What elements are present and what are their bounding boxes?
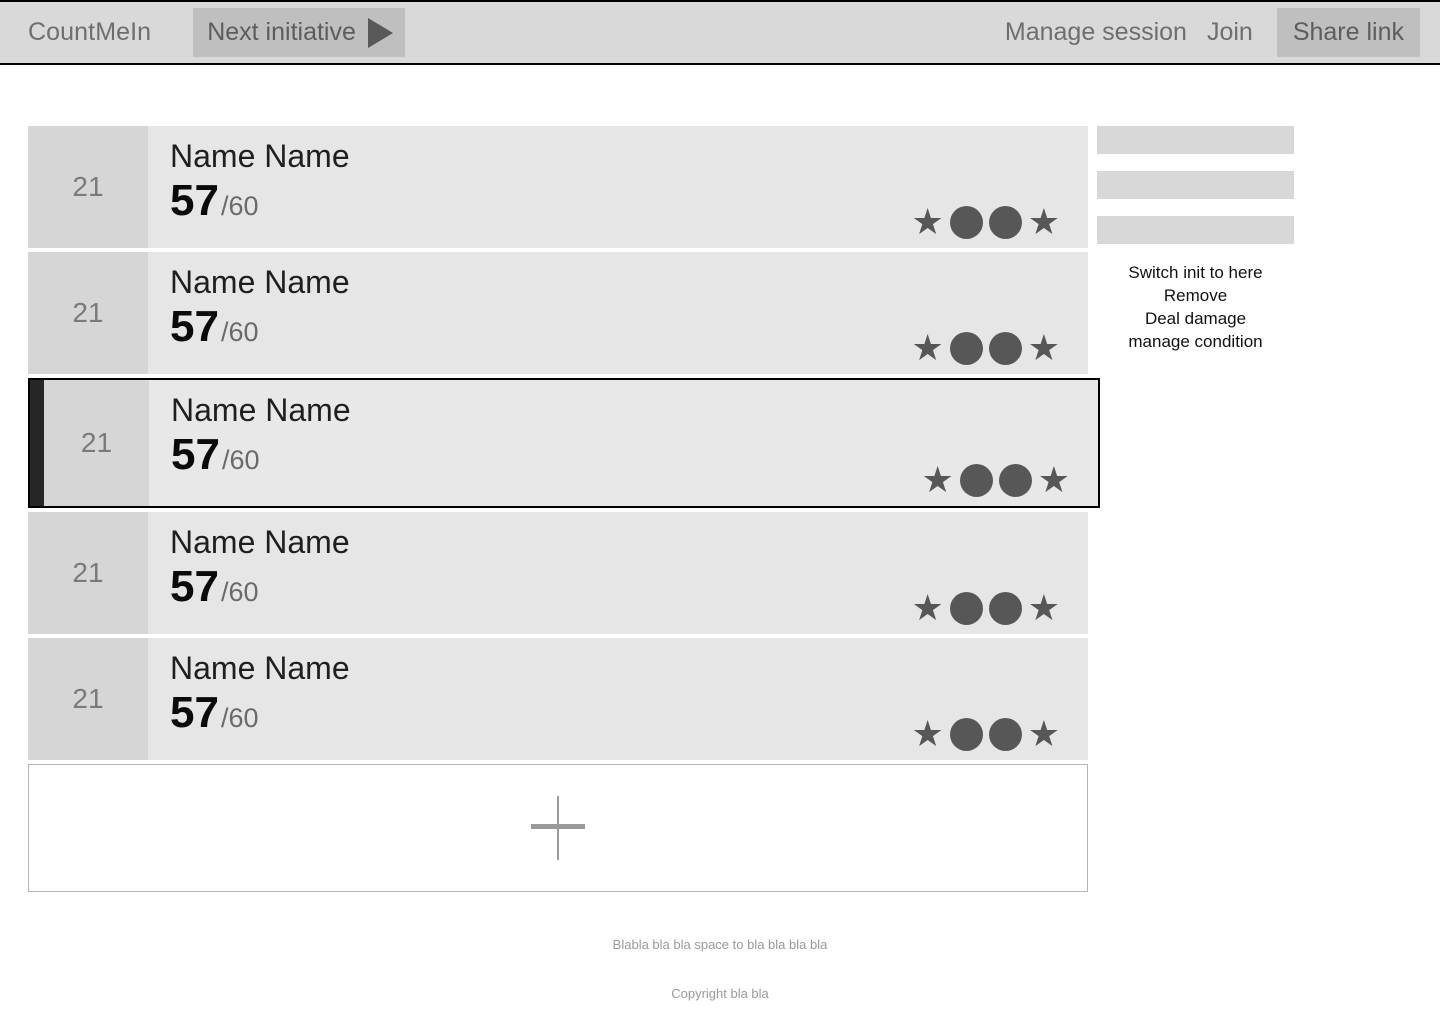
combatant-name: Name Name <box>170 138 350 174</box>
table-row[interactable]: 21 Name Name 57 /60 ★ ★ <box>28 126 1088 248</box>
table-row[interactable]: 21 Name Name 57 /60 ★ ★ <box>28 512 1088 634</box>
table-row[interactable]: 21 Name Name 57 /60 ★ ★ <box>28 252 1088 374</box>
share-link-button[interactable]: Share link <box>1276 8 1420 57</box>
plus-icon <box>531 796 585 860</box>
initiative-cell[interactable]: 21 <box>28 638 148 760</box>
combatant-body: Name Name 57 /60 ★ ★ <box>148 126 1088 248</box>
circle-icon[interactable] <box>949 591 983 625</box>
star-icon[interactable]: ★ <box>1028 204 1060 240</box>
hp-current-value: 57 <box>170 688 219 737</box>
status-icon-group: ★ ★ <box>911 590 1060 626</box>
header-actions-group: Manage session Join Share link <box>995 2 1440 63</box>
circle-icon[interactable] <box>959 463 993 497</box>
switch-init-to-here-action[interactable]: Switch init to here <box>1097 261 1294 284</box>
panel-placeholder-bar[interactable] <box>1097 126 1294 154</box>
next-initiative-label: Next initiative <box>207 18 356 46</box>
initiative-value: 21 <box>72 557 104 588</box>
combatant-body: Name Name 57 /60 ★ ★ <box>149 380 1098 506</box>
status-icon-group: ★ ★ <box>911 716 1060 752</box>
circle-icon[interactable] <box>988 331 1022 365</box>
footer-note: Blabla bla bla space to bla bla bla bla <box>612 937 828 952</box>
next-initiative-button[interactable]: Next initiative <box>193 8 405 57</box>
star-icon[interactable]: ★ <box>911 716 943 752</box>
initiative-cell[interactable]: 21 <box>28 126 148 248</box>
manage-condition-action[interactable]: manage condition <box>1097 330 1294 353</box>
app-brand-logo: CountMeIn <box>28 18 152 46</box>
status-icon-group: ★ ★ <box>911 204 1060 240</box>
status-icon-group: ★ ★ <box>911 330 1060 366</box>
hp-current-value: 57 <box>170 176 219 225</box>
circle-icon[interactable] <box>949 205 983 239</box>
star-icon[interactable]: ★ <box>1028 330 1060 366</box>
initiative-cell[interactable]: 21 <box>28 252 148 374</box>
hp-max-value: /60 <box>220 191 259 221</box>
initiative-value: 21 <box>80 427 113 458</box>
star-icon[interactable]: ★ <box>1028 590 1060 626</box>
star-icon[interactable]: ★ <box>911 330 943 366</box>
star-icon[interactable]: ★ <box>1038 462 1070 498</box>
initiative-value: 21 <box>72 297 104 328</box>
hp-max-value: /60 <box>220 703 259 733</box>
circle-icon[interactable] <box>998 463 1032 497</box>
hp-current-value: 57 <box>170 302 219 351</box>
deal-damage-action[interactable]: Deal damage <box>1097 307 1294 330</box>
combatant-body: Name Name 57 /60 ★ ★ <box>148 512 1088 634</box>
hp-max-value: /60 <box>220 577 259 607</box>
footer-copyright: Copyright bla bla <box>671 986 769 1001</box>
active-turn-indicator <box>30 380 44 506</box>
initiative-value: 21 <box>72 171 104 202</box>
page-footer: Blabla bla bla space to bla bla bla bla … <box>0 936 1440 1003</box>
star-icon[interactable]: ★ <box>911 590 943 626</box>
star-icon[interactable]: ★ <box>911 204 943 240</box>
hp-max-value: /60 <box>221 445 260 475</box>
top-header-bar: CountMeIn Next initiative Manage session… <box>0 0 1440 65</box>
circle-icon[interactable] <box>988 591 1022 625</box>
play-triangle-icon <box>367 17 393 48</box>
combatant-body: Name Name 57 /60 ★ ★ <box>148 638 1088 760</box>
status-icon-group: ★ ★ <box>921 462 1070 498</box>
initiative-cell[interactable]: 21 <box>44 380 149 506</box>
panel-placeholder-bar[interactable] <box>1097 216 1294 244</box>
table-row[interactable]: 21 Name Name 57 /60 ★ ★ <box>28 638 1088 760</box>
hp-current-value: 57 <box>171 430 220 479</box>
combatant-list: 21 Name Name 57 /60 ★ ★ 21 Name Name 57 … <box>28 126 1100 892</box>
hp-max-value: /60 <box>220 317 259 347</box>
initiative-cell[interactable]: 21 <box>28 512 148 634</box>
circle-icon[interactable] <box>988 205 1022 239</box>
combatant-name: Name Name <box>170 524 350 560</box>
join-link[interactable]: Join <box>1195 18 1265 47</box>
panel-action-list: Switch init to here Remove Deal damage m… <box>1097 261 1294 353</box>
panel-placeholder-bar[interactable] <box>1097 171 1294 199</box>
side-action-panel: Switch init to here Remove Deal damage m… <box>1097 126 1294 353</box>
table-row-active[interactable]: 21 Name Name 57 /60 ★ ★ <box>28 378 1100 508</box>
circle-icon[interactable] <box>988 717 1022 751</box>
star-icon[interactable]: ★ <box>921 462 953 498</box>
circle-icon[interactable] <box>949 331 983 365</box>
combatant-name: Name Name <box>170 650 350 686</box>
add-combatant-button[interactable] <box>28 764 1088 892</box>
star-icon[interactable]: ★ <box>1028 716 1060 752</box>
combatant-name: Name Name <box>170 264 350 300</box>
hp-current-value: 57 <box>170 562 219 611</box>
circle-icon[interactable] <box>949 717 983 751</box>
remove-action[interactable]: Remove <box>1097 284 1294 307</box>
manage-session-link[interactable]: Manage session <box>995 18 1195 47</box>
combatant-name: Name Name <box>171 392 351 428</box>
combatant-body: Name Name 57 /60 ★ ★ <box>148 252 1088 374</box>
initiative-value: 21 <box>72 683 104 714</box>
